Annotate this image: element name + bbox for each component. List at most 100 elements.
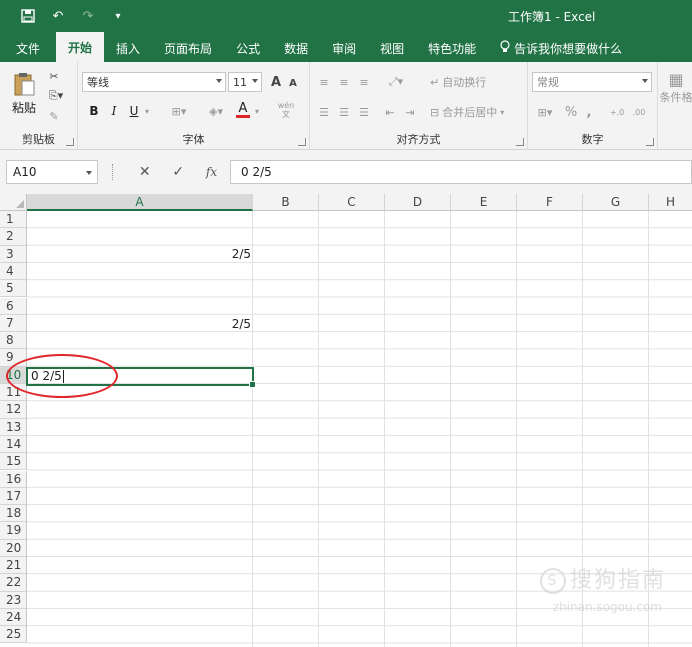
underline-dropdown-icon[interactable]: ▾ xyxy=(142,104,152,118)
enter-icon[interactable]: ✓ xyxy=(172,164,184,180)
row-header-22[interactable]: 22 xyxy=(0,574,27,592)
column-header-c[interactable]: C xyxy=(319,194,385,211)
underline-button[interactable]: U xyxy=(126,102,142,120)
font-name-value: 等线 xyxy=(87,76,109,89)
orientation-icon[interactable]: ⤢▾ xyxy=(384,74,408,90)
tab-file[interactable]: 文件 xyxy=(0,34,56,62)
row-header-8[interactable]: 8 xyxy=(0,332,27,350)
cancel-icon[interactable]: ✕ xyxy=(139,164,151,180)
row-header-2[interactable]: 2 xyxy=(0,228,27,246)
row-header-25[interactable]: 25 xyxy=(0,626,27,644)
row-header-6[interactable]: 6 xyxy=(0,297,27,315)
top-align-icon[interactable]: ≡ xyxy=(316,74,332,90)
row-header-4[interactable]: 4 xyxy=(0,262,27,281)
italic-button[interactable]: I xyxy=(106,102,122,120)
alignment-launcher-icon[interactable] xyxy=(516,138,524,146)
font-launcher-icon[interactable] xyxy=(298,138,306,146)
row-header-23[interactable]: 23 xyxy=(0,591,27,609)
borders-icon[interactable]: ⊞▾ xyxy=(166,102,192,120)
tab-review[interactable]: 审阅 xyxy=(320,34,368,62)
clipboard-launcher-icon[interactable] xyxy=(66,138,74,146)
decrease-indent-icon[interactable]: ⇤ xyxy=(382,104,398,120)
tab-view[interactable]: 视图 xyxy=(368,34,416,62)
row-header-1[interactable]: 1 xyxy=(0,211,27,229)
number-format-select[interactable]: 常规 xyxy=(532,72,652,92)
bottom-align-icon[interactable]: ≡ xyxy=(356,74,372,90)
row-header-12[interactable]: 12 xyxy=(0,401,27,419)
grow-font-button[interactable]: A xyxy=(268,74,284,90)
alignment-group: ≡ ≡ ≡ ⤢▾ ☰ ☰ ☰ ⇤ ⇥ ↵ 自动换行 ⊟ 合并后居中 ▾ 对齐方式 xyxy=(310,62,528,150)
column-header-g[interactable]: G xyxy=(583,194,649,211)
row-header-20[interactable]: 20 xyxy=(0,539,27,557)
middle-align-icon[interactable]: ≡ xyxy=(336,74,352,90)
row-header-17[interactable]: 17 xyxy=(0,487,27,506)
row-header-7[interactable]: 7 xyxy=(0,314,27,333)
row-header-14[interactable]: 14 xyxy=(0,435,27,454)
row-header-16[interactable]: 16 xyxy=(0,470,27,488)
shrink-font-button[interactable]: A xyxy=(286,76,300,90)
cell-a3[interactable]: 2/5 xyxy=(27,246,253,263)
tell-me-search[interactable]: 告诉我你想要做什么 xyxy=(488,34,634,62)
column-header-d[interactable]: D xyxy=(385,194,451,211)
tab-special-features[interactable]: 特色功能 xyxy=(416,34,488,62)
format-painter-icon[interactable]: ✎ xyxy=(46,108,62,124)
tab-formulas[interactable]: 公式 xyxy=(224,34,272,62)
number-launcher-icon[interactable] xyxy=(646,138,654,146)
copy-icon[interactable]: ⎘▾ xyxy=(44,88,68,104)
insert-function-icon[interactable]: fx xyxy=(206,165,217,179)
bold-button[interactable]: B xyxy=(86,102,102,120)
row-header-18[interactable]: 18 xyxy=(0,505,27,523)
row-header-15[interactable]: 15 xyxy=(0,453,27,471)
number-group: 常规 ⊞▾ % , +.0 .00 数字 xyxy=(528,62,658,150)
column-header-f[interactable]: F xyxy=(517,194,583,211)
comma-button[interactable]: , xyxy=(584,104,594,120)
customize-qat-icon[interactable]: ▾ xyxy=(108,6,128,26)
left-align-icon[interactable]: ☰ xyxy=(316,104,332,120)
phonetic-guide-button[interactable]: wén 文 xyxy=(274,98,298,122)
percent-button[interactable]: % xyxy=(564,104,578,120)
redo-icon[interactable]: ↷ xyxy=(78,6,98,26)
tab-home[interactable]: 开始 xyxy=(56,32,105,62)
font-color-button[interactable]: A xyxy=(236,100,250,120)
watermark-url: zhinan.sogou.com xyxy=(552,600,662,614)
cell-a7[interactable]: 2/5 xyxy=(27,316,253,333)
select-all-button[interactable] xyxy=(0,194,27,211)
increase-indent-icon[interactable]: ⇥ xyxy=(402,104,418,120)
column-header-a[interactable]: A xyxy=(27,194,253,211)
formula-input[interactable]: 0 2/5 xyxy=(230,160,692,184)
font-size-select[interactable]: 11 xyxy=(228,72,262,92)
row-header-3[interactable]: 3 xyxy=(0,245,27,263)
row-header-24[interactable]: 24 xyxy=(0,608,27,627)
wrap-text-button[interactable]: ↵ 自动换行 xyxy=(430,74,504,90)
watermark-text: 搜狗指南 xyxy=(569,568,666,593)
increase-decimal-icon[interactable]: +.0 xyxy=(608,104,626,120)
merge-center-button[interactable]: ⊟ 合并后居中 ▾ xyxy=(430,104,524,120)
accounting-format-icon[interactable]: ⊞▾ xyxy=(534,104,556,120)
row-header-21[interactable]: 21 xyxy=(0,557,27,575)
font-size-value: 11 xyxy=(233,75,247,89)
ribbon-home: 粘贴 ✂ ⎘▾ ✎ 剪贴板 等线 11 A A B I U ▾ ⊞▾ ◈▾ A … xyxy=(0,62,692,150)
row-header-19[interactable]: 19 xyxy=(0,522,27,540)
column-header-b[interactable]: B xyxy=(253,194,319,211)
column-header-e[interactable]: E xyxy=(451,194,517,211)
font-color-dropdown-icon[interactable]: ▾ xyxy=(252,104,262,118)
name-box[interactable]: A10 xyxy=(6,160,98,184)
tab-insert[interactable]: 插入 xyxy=(104,34,152,62)
conditional-formatting-button[interactable]: ▦ 条件格 xyxy=(660,70,692,114)
decrease-decimal-icon[interactable]: .00 xyxy=(630,104,648,120)
column-header-h[interactable]: H xyxy=(649,194,692,211)
center-align-icon[interactable]: ☰ xyxy=(336,104,352,120)
paste-button[interactable]: 粘贴 xyxy=(8,68,40,118)
row-header-5[interactable]: 5 xyxy=(0,280,27,298)
font-name-select[interactable]: 等线 xyxy=(82,72,226,92)
tab-data[interactable]: 数据 xyxy=(272,34,320,62)
font-color-swatch xyxy=(236,115,250,118)
save-icon[interactable] xyxy=(18,6,38,26)
right-align-icon[interactable]: ☰ xyxy=(356,104,372,120)
formula-bar: A10 ✕ ✓ fx 0 2/5 xyxy=(0,150,692,194)
row-header-13[interactable]: 13 xyxy=(0,418,27,436)
tab-page-layout[interactable]: 页面布局 xyxy=(152,34,224,62)
undo-icon[interactable]: ↶ xyxy=(48,6,68,26)
fill-color-icon[interactable]: ◈▾ xyxy=(202,102,230,120)
cut-icon[interactable]: ✂ xyxy=(46,68,62,84)
